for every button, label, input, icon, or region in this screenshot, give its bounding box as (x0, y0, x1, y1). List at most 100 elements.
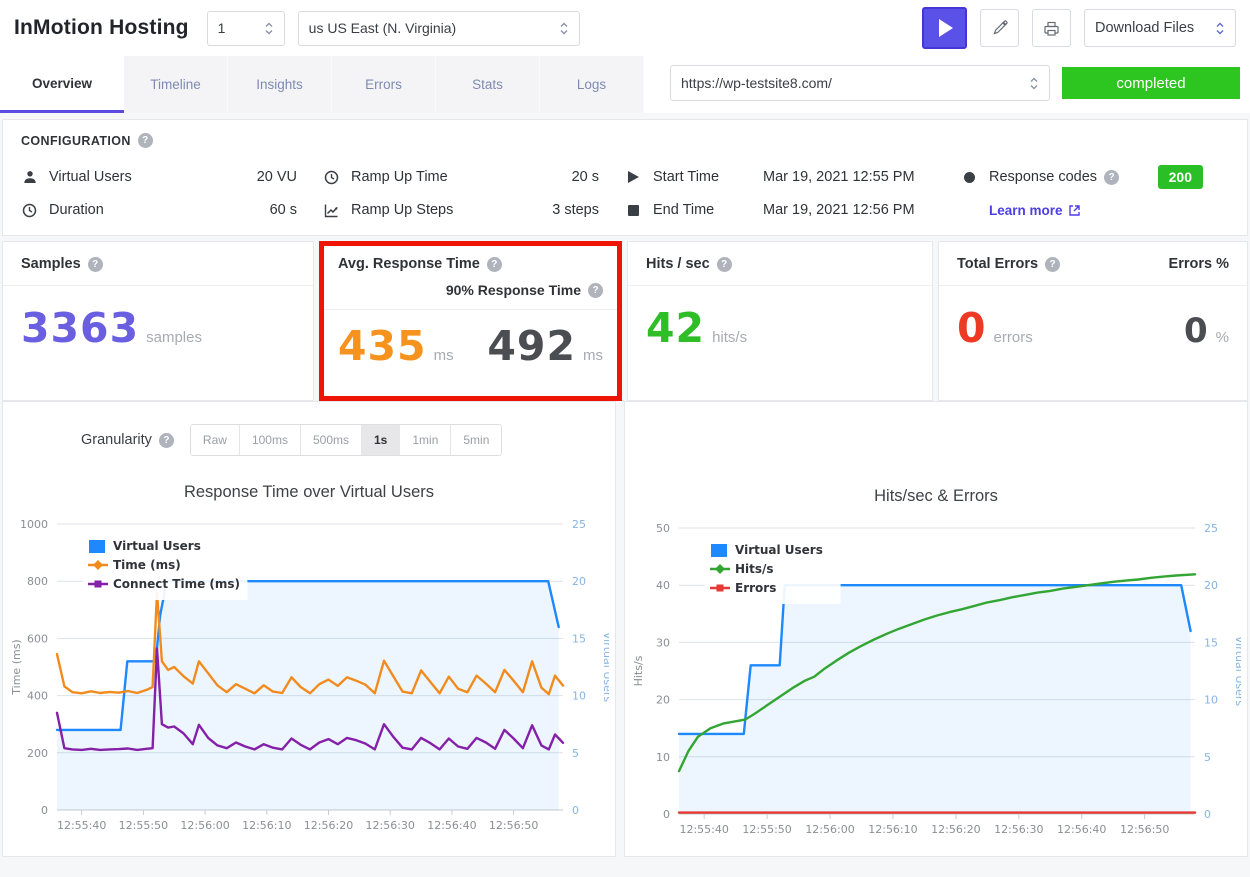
svg-text:12:56:30: 12:56:30 (994, 823, 1043, 836)
chevron-updown-icon (549, 20, 569, 37)
total-errors-unit: errors (994, 329, 1033, 346)
svg-text:1000: 1000 (20, 518, 48, 531)
svg-text:12:56:10: 12:56:10 (242, 819, 291, 832)
config-value: 20 VU (257, 169, 297, 185)
tab-overview[interactable]: Overview (0, 56, 124, 113)
play-icon (939, 19, 953, 37)
svg-text:0: 0 (572, 804, 579, 817)
play-icon (625, 171, 642, 183)
svg-text:12:55:40: 12:55:40 (57, 819, 106, 832)
svg-text:800: 800 (27, 575, 48, 588)
errors-pct-unit: % (1216, 329, 1229, 346)
svg-text:12:56:20: 12:56:20 (931, 823, 980, 836)
svg-text:200: 200 (27, 747, 48, 760)
help-icon[interactable]: ? (138, 133, 153, 148)
help-icon[interactable]: ? (159, 433, 174, 448)
help-icon[interactable]: ? (1045, 257, 1060, 272)
config-ramp-up-steps: Ramp Up Steps 3 steps (323, 202, 625, 218)
p90-response-label: 90% Response Time (446, 282, 581, 298)
response-time-chart-title: Response Time over Virtual Users (3, 483, 615, 502)
edit-button[interactable] (980, 9, 1019, 47)
clock-icon (323, 170, 340, 185)
chevron-updown-icon (1205, 20, 1225, 37)
svg-text:20: 20 (1204, 579, 1218, 592)
svg-text:30: 30 (656, 636, 670, 649)
svg-text:25: 25 (572, 518, 586, 531)
svg-text:15: 15 (1204, 636, 1218, 649)
learn-more-link[interactable]: Learn more (989, 203, 1081, 218)
circle-icon (961, 172, 978, 183)
svg-text:Virtual Users: Virtual Users (735, 543, 823, 557)
config-value: 20 s (572, 169, 599, 185)
hits-errors-chart-card: Hits/sec & Errors 12:55:4012:55:5012:56:… (624, 401, 1248, 857)
svg-text:400: 400 (27, 690, 48, 703)
svg-text:Virtual Users: Virtual Users (1233, 636, 1241, 707)
external-link-icon (1068, 204, 1081, 217)
tab-insights[interactable]: Insights (228, 56, 332, 113)
svg-text:15: 15 (572, 632, 586, 645)
svg-text:12:55:40: 12:55:40 (679, 823, 728, 836)
tab-logs[interactable]: Logs (540, 56, 644, 113)
configuration-card: CONFIGURATION ? Virtual Users 20 VU Ramp… (2, 119, 1248, 236)
granularity-raw-button[interactable]: Raw (191, 425, 240, 455)
help-icon[interactable]: ? (1104, 170, 1119, 185)
charts-row: Granularity ? Raw 100ms 500ms 1s 1min 5m… (2, 401, 1248, 857)
svg-text:0: 0 (41, 804, 48, 817)
tabs: Overview Timeline Insights Errors Stats … (0, 56, 644, 113)
help-icon[interactable]: ? (588, 283, 603, 298)
svg-text:12:56:00: 12:56:00 (180, 819, 229, 832)
granularity-1min-button[interactable]: 1min (400, 425, 451, 455)
hits-errors-chart: 12:55:4012:55:5012:56:0012:56:1012:56:20… (631, 514, 1241, 852)
config-ramp-up-time: Ramp Up Time 20 s (323, 165, 625, 189)
stop-icon (625, 205, 642, 216)
avg-response-unit: ms (434, 347, 454, 364)
samples-unit: samples (146, 329, 202, 346)
avg-response-value: 435 (338, 326, 427, 367)
svg-text:Hits/s: Hits/s (632, 655, 645, 686)
granularity-1s-button[interactable]: 1s (362, 425, 400, 455)
ramp-icon (323, 203, 340, 218)
config-end-time: End Time Mar 19, 2021 12:56 PM (625, 202, 961, 218)
config-label: Ramp Up Steps (351, 202, 453, 218)
run-test-button[interactable] (922, 7, 967, 49)
svg-text:12:56:40: 12:56:40 (427, 819, 476, 832)
tab-stats[interactable]: Stats (436, 56, 540, 113)
hits-unit: hits/s (712, 329, 747, 346)
svg-text:12:56:50: 12:56:50 (489, 819, 538, 832)
help-icon[interactable]: ? (88, 257, 103, 272)
help-icon[interactable]: ? (717, 257, 732, 272)
svg-text:10: 10 (572, 690, 586, 703)
page-title: InMotion Hosting (14, 16, 189, 40)
url-select[interactable]: https://wp-testsite8.com/ (670, 65, 1050, 101)
print-button[interactable] (1032, 9, 1071, 47)
hits-value: 42 (646, 308, 705, 349)
granularity-5min-button[interactable]: 5min (451, 425, 501, 455)
errors-card: Total Errors ? Errors % 0 errors 0 % (938, 241, 1248, 401)
svg-text:Errors: Errors (735, 581, 776, 595)
chevron-updown-icon (254, 20, 274, 37)
instance-count-select[interactable]: 1 (207, 11, 285, 46)
svg-text:12:56:40: 12:56:40 (1057, 823, 1106, 836)
tab-errors[interactable]: Errors (332, 56, 436, 113)
samples-label: Samples (21, 256, 81, 272)
total-errors-value: 0 (957, 308, 987, 349)
granularity-500ms-button[interactable]: 500ms (301, 425, 362, 455)
region-select[interactable]: us US East (N. Virginia) (298, 11, 580, 46)
config-value: 60 s (270, 202, 297, 218)
svg-text:25: 25 (1204, 522, 1218, 535)
config-label: Response codes (989, 169, 1097, 185)
granularity-100ms-button[interactable]: 100ms (240, 425, 301, 455)
config-label: End Time (653, 202, 749, 218)
svg-text:Virtual Users: Virtual Users (601, 632, 609, 703)
errors-pct-value: 0 (1184, 314, 1209, 348)
chevron-updown-icon (1019, 75, 1039, 92)
help-icon[interactable]: ? (487, 257, 502, 272)
url-value: https://wp-testsite8.com/ (681, 75, 832, 91)
tab-timeline[interactable]: Timeline (124, 56, 228, 113)
svg-text:10: 10 (656, 751, 670, 764)
p90-response-value: 492 (487, 326, 576, 367)
svg-text:0: 0 (1204, 808, 1211, 821)
instance-count-value: 1 (218, 20, 226, 36)
download-files-select[interactable]: Download Files (1084, 9, 1236, 47)
svg-text:12:56:50: 12:56:50 (1120, 823, 1169, 836)
